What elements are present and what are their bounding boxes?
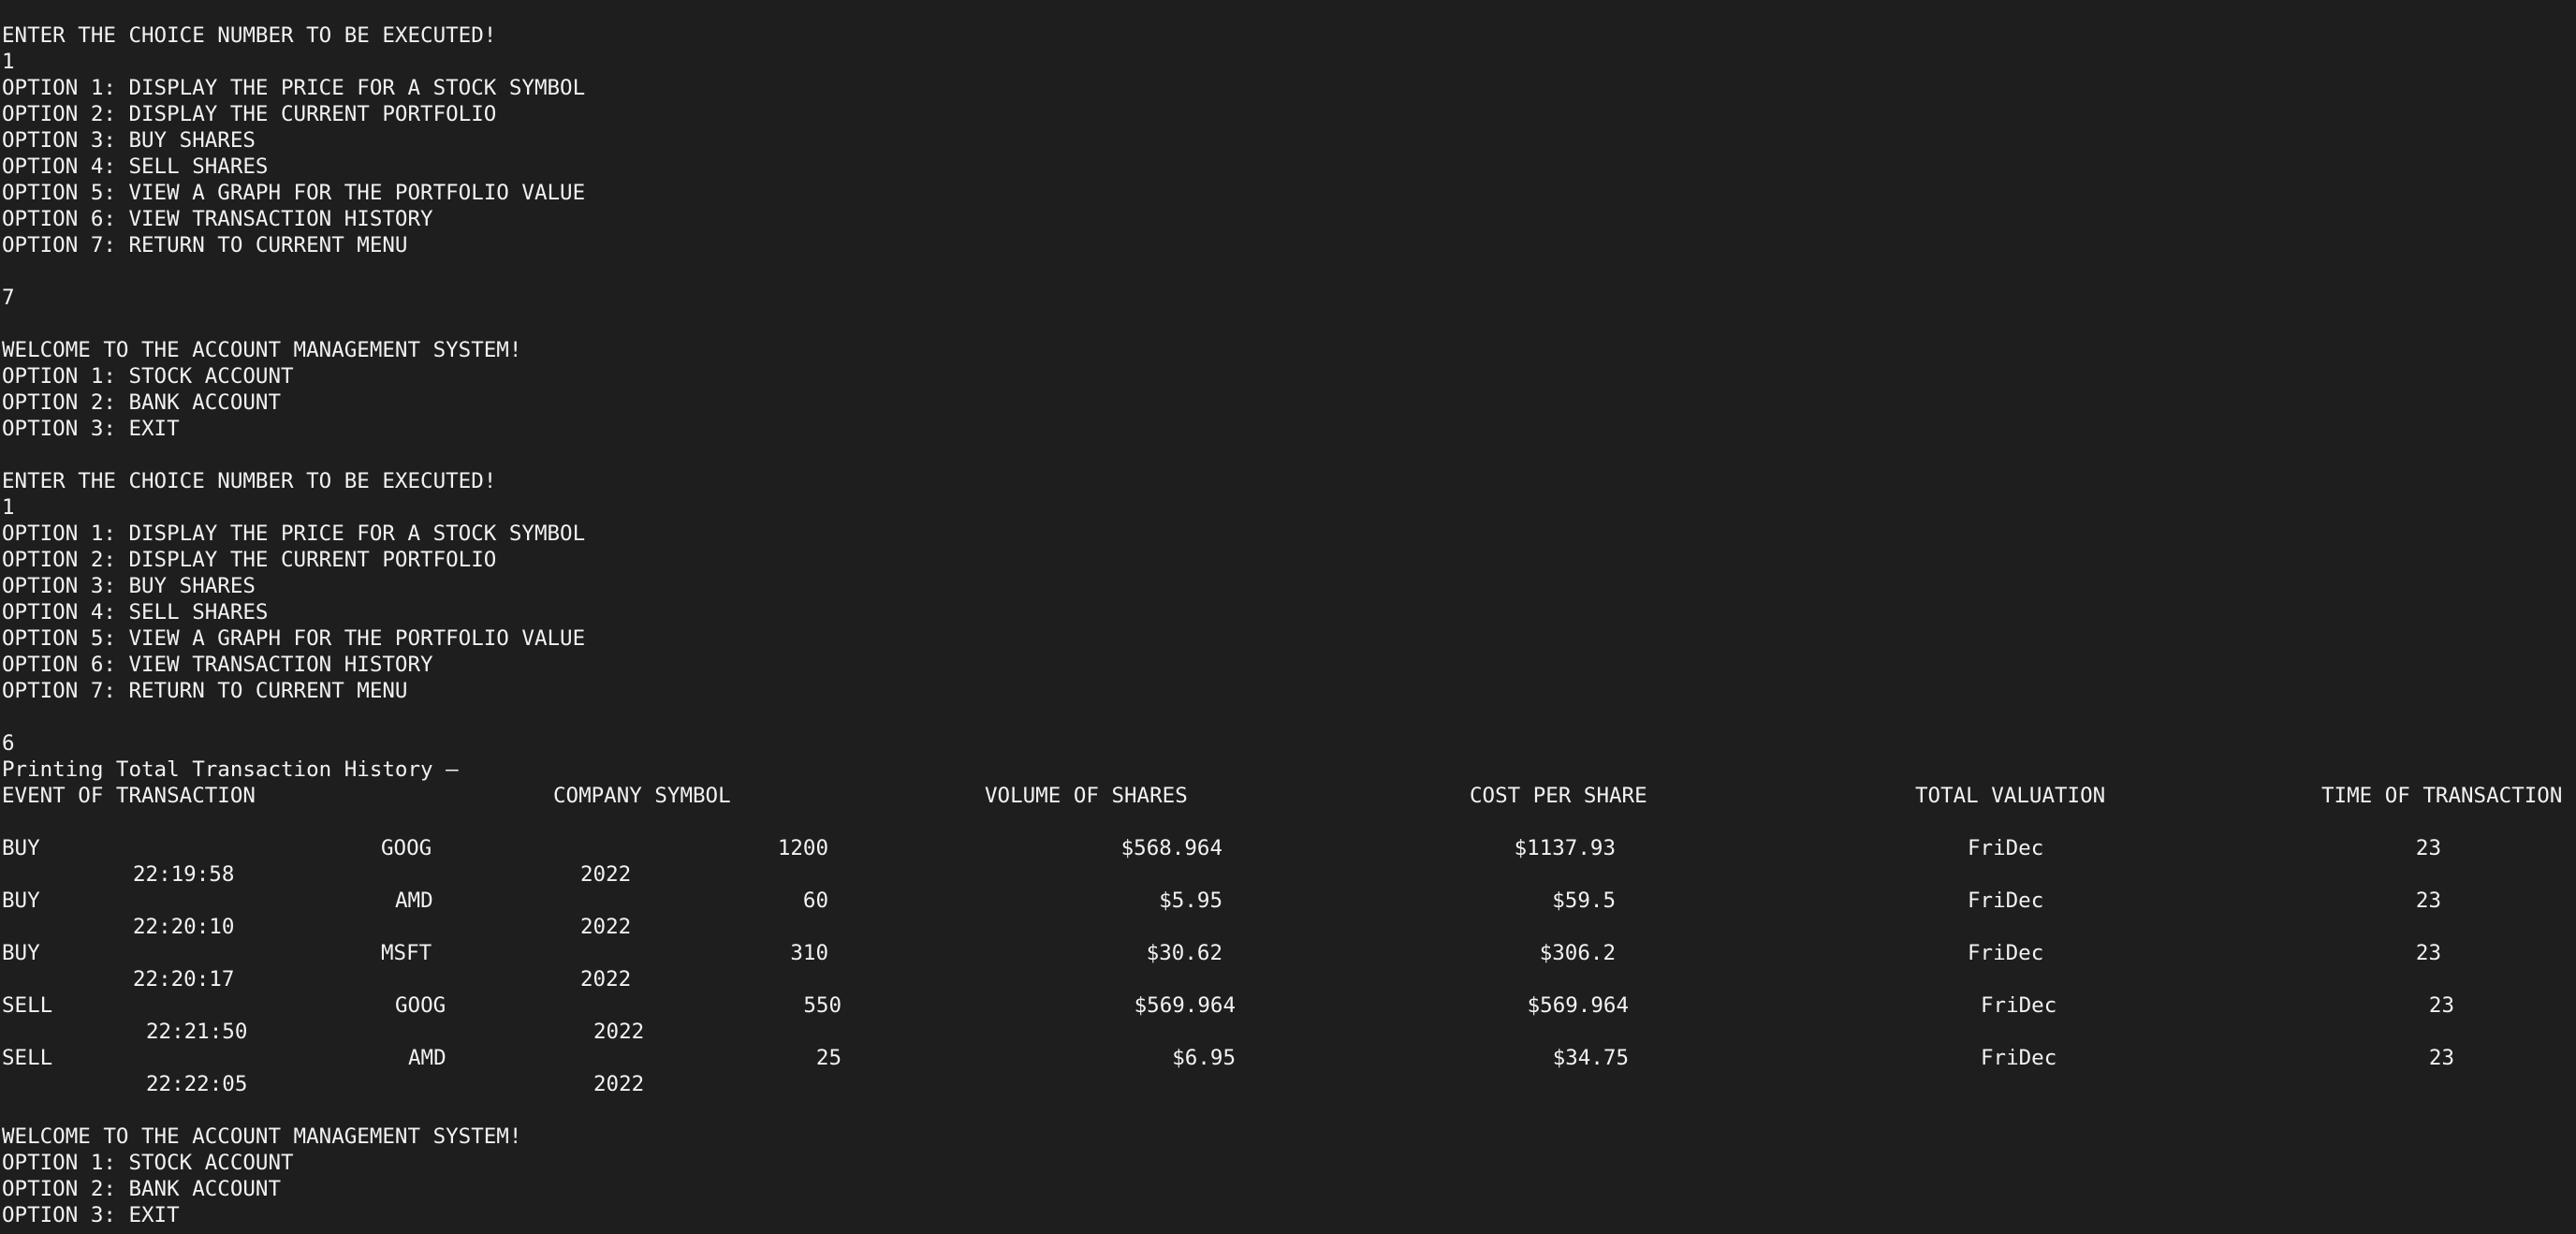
- user-input: 6: [2, 731, 15, 756]
- transaction-event: BUY: [2, 889, 40, 913]
- column-header: TIME OF TRANSACTION: [2321, 784, 2563, 808]
- transaction-day: FriDec: [1981, 993, 2057, 1018]
- transaction-cost: $568.964: [1120, 836, 1222, 860]
- transaction-symbol: GOOG: [381, 836, 432, 860]
- menu-option: OPTION 5: VIEW A GRAPH FOR THE PORTFOLIO…: [2, 181, 586, 205]
- transaction-event: BUY: [2, 941, 40, 965]
- transaction-cost: $30.62: [1146, 941, 1222, 965]
- transaction-date: 23: [2428, 993, 2454, 1018]
- transaction-row-continuation: 22:20:10 2022: [2, 914, 2576, 940]
- transaction-year: 2022: [580, 967, 632, 992]
- transaction-day: FriDec: [1968, 941, 2044, 965]
- transaction-total: $34.75: [1552, 1046, 1629, 1070]
- history-heading: Printing Total Transaction History —: [2, 757, 459, 782]
- transaction-symbol: AMD: [395, 889, 433, 913]
- transaction-event: SELL: [2, 993, 53, 1018]
- transaction-volume: 550: [803, 993, 842, 1018]
- transaction-year: 2022: [580, 915, 632, 939]
- transaction-time: 22:22:05: [146, 1072, 248, 1096]
- menu-option: OPTION 6: VIEW TRANSACTION HISTORY: [2, 207, 433, 231]
- menu-option: OPTION 1: STOCK ACCOUNT: [2, 364, 294, 389]
- transaction-row: BUY AMD 60 $5.95 $59.5 FriDec 23: [2, 888, 2576, 914]
- transaction-time: 22:20:10: [133, 915, 235, 939]
- transaction-date: 23: [2415, 889, 2441, 913]
- column-header: COMPANY SYMBOL: [553, 784, 731, 808]
- menu-option: OPTION 2: DISPLAY THE CURRENT PORTFOLIO: [2, 102, 497, 126]
- user-input: 1: [2, 495, 15, 520]
- column-header: COST PER SHARE: [1470, 784, 1647, 808]
- transaction-event: BUY: [2, 836, 40, 860]
- transaction-date: 23: [2428, 1046, 2454, 1070]
- menu-option: OPTION 3: EXIT: [2, 1203, 180, 1227]
- column-header: EVENT OF TRANSACTION: [2, 784, 256, 808]
- column-header: VOLUME OF SHARES: [985, 784, 1188, 808]
- transaction-time: 22:21:50: [146, 1020, 248, 1044]
- menu-option: OPTION 2: BANK ACCOUNT: [2, 390, 282, 415]
- transaction-year: 2022: [580, 862, 632, 887]
- transaction-row: BUY MSFT 310 $30.62 $306.2 FriDec 23: [2, 940, 2576, 966]
- transaction-year: 2022: [593, 1020, 645, 1044]
- transaction-symbol: GOOG: [395, 993, 446, 1018]
- transaction-volume: 25: [815, 1046, 842, 1070]
- transaction-total: $1137.93: [1514, 836, 1616, 860]
- transaction-cost: $5.95: [1159, 889, 1222, 913]
- menu-option: OPTION 4: SELL SHARES: [2, 154, 269, 179]
- menu-option: OPTION 7: RETURN TO CURRENT MENU: [2, 679, 408, 703]
- transaction-symbol: AMD: [408, 1046, 446, 1070]
- transaction-volume: 60: [802, 889, 828, 913]
- menu-option: OPTION 5: VIEW A GRAPH FOR THE PORTFOLIO…: [2, 626, 586, 651]
- transaction-time: 22:20:17: [133, 967, 235, 992]
- menu-option: OPTION 2: DISPLAY THE CURRENT PORTFOLIO: [2, 548, 497, 572]
- transaction-total: $59.5: [1552, 889, 1616, 913]
- transaction-row-continuation: 22:22:05 2022: [2, 1071, 2576, 1097]
- transaction-row: SELL AMD 25 $6.95 $34.75 FriDec 23: [2, 1045, 2576, 1071]
- transaction-total: $569.964: [1527, 993, 1629, 1018]
- transaction-date: 23: [2415, 836, 2441, 860]
- welcome-message: WELCOME TO THE ACCOUNT MANAGEMENT SYSTEM…: [2, 1124, 522, 1149]
- user-input: 1: [2, 50, 15, 74]
- transaction-cost: $569.964: [1134, 993, 1236, 1018]
- transaction-row: BUY GOOG 1200 $568.964 $1137.93 FriDec 23: [2, 835, 2576, 861]
- history-header-row: EVENT OF TRANSACTION COMPANY SYMBOL VOLU…: [2, 783, 2576, 809]
- transaction-total: $306.2: [1539, 941, 1616, 965]
- transaction-day: FriDec: [1981, 1046, 2057, 1070]
- transaction-date: 23: [2415, 941, 2441, 965]
- menu-option: OPTION 3: EXIT: [2, 417, 180, 441]
- transaction-year: 2022: [593, 1072, 645, 1096]
- transaction-symbol: MSFT: [381, 941, 432, 965]
- transaction-row-continuation: 22:20:17 2022: [2, 966, 2576, 992]
- prompt-choice: ENTER THE CHOICE NUMBER TO BE EXECUTED!: [2, 469, 497, 493]
- transaction-list: BUY GOOG 1200 $568.964 $1137.93 FriDec 23 22:19…: [2, 835, 2576, 1097]
- prompt-choice: ENTER THE CHOICE NUMBER TO BE EXECUTED!: [2, 23, 497, 48]
- transaction-row-continuation: 22:21:50 2022: [2, 1019, 2576, 1045]
- menu-option: OPTION 7: RETURN TO CURRENT MENU: [2, 233, 408, 257]
- transaction-volume: 310: [790, 941, 828, 965]
- transaction-time: 22:19:58: [133, 862, 235, 887]
- menu-option: OPTION 1: DISPLAY THE PRICE FOR A STOCK …: [2, 522, 586, 546]
- menu-option: OPTION 3: BUY SHARES: [2, 574, 256, 598]
- column-header: TOTAL VALUATION: [1915, 784, 2106, 808]
- user-input: 7: [2, 286, 15, 310]
- transaction-cost: $6.95: [1172, 1046, 1236, 1070]
- transaction-event: SELL: [2, 1046, 53, 1070]
- transaction-volume: 1200: [777, 836, 828, 860]
- transaction-row-continuation: 22:19:58 2022: [2, 861, 2576, 888]
- terminal-window[interactable]: ENTER THE CHOICE NUMBER TO BE EXECUTED! …: [0, 0, 2576, 1234]
- menu-option: OPTION 2: BANK ACCOUNT: [2, 1177, 282, 1201]
- menu-option: OPTION 1: STOCK ACCOUNT: [2, 1151, 294, 1175]
- menu-option: OPTION 4: SELL SHARES: [2, 600, 269, 624]
- transaction-day: FriDec: [1968, 836, 2044, 860]
- welcome-message: WELCOME TO THE ACCOUNT MANAGEMENT SYSTEM…: [2, 338, 522, 362]
- transaction-row: SELL GOOG 550 $569.964 $569.964 FriDec 23: [2, 992, 2576, 1019]
- menu-option: OPTION 1: DISPLAY THE PRICE FOR A STOCK …: [2, 76, 586, 100]
- transaction-day: FriDec: [1968, 889, 2044, 913]
- menu-option: OPTION 6: VIEW TRANSACTION HISTORY: [2, 653, 433, 677]
- menu-option: OPTION 3: BUY SHARES: [2, 128, 256, 153]
